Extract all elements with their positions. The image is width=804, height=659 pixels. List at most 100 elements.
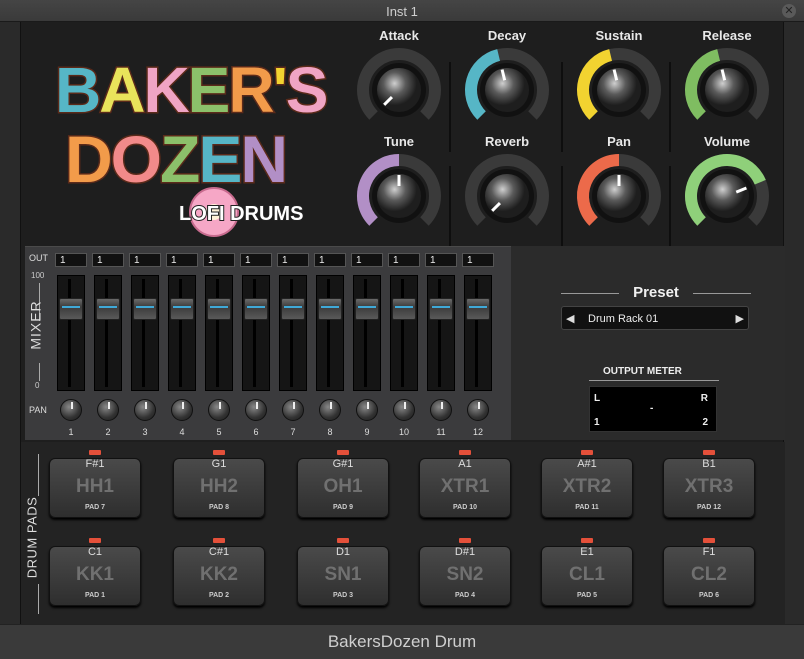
- fader-handle[interactable]: [244, 297, 268, 320]
- channel-output-field[interactable]: 1: [351, 253, 383, 267]
- pan-knob[interactable]: [97, 399, 119, 421]
- fader-track[interactable]: [168, 275, 196, 391]
- fader-handle[interactable]: [133, 297, 157, 320]
- channel-output-field[interactable]: 1: [277, 253, 309, 267]
- knob-decay[interactable]: Decay: [459, 28, 555, 128]
- channel-output-field[interactable]: 1: [55, 253, 87, 267]
- drum-pad-cl1[interactable]: E1 CL1 PAD 5: [541, 534, 633, 614]
- channel-output-field[interactable]: 1: [203, 253, 235, 267]
- knob-attack[interactable]: Attack: [351, 28, 447, 128]
- fader-handle[interactable]: [392, 297, 416, 320]
- pan-knob[interactable]: [467, 399, 489, 421]
- drum-pad-kk1[interactable]: C1 KK1 PAD 1: [49, 534, 141, 614]
- drum-pad-kk2[interactable]: C#1 KK2 PAD 2: [173, 534, 265, 614]
- channel-output-field[interactable]: 1: [425, 253, 457, 267]
- fader-track[interactable]: [57, 275, 85, 391]
- drum-pad-xtr1[interactable]: A1 XTR1 PAD 10: [419, 446, 511, 526]
- pan-knob[interactable]: [393, 399, 415, 421]
- fader-handle[interactable]: [466, 297, 490, 320]
- fader-track[interactable]: [279, 275, 307, 391]
- pan-knob[interactable]: [245, 399, 267, 421]
- fader-slot: [105, 279, 108, 387]
- fader-handle[interactable]: [96, 297, 120, 320]
- fader-slot: [364, 279, 367, 387]
- meter-value: -: [650, 403, 654, 414]
- drum-pad-sn1[interactable]: D1 SN1 PAD 3: [297, 534, 389, 614]
- fader-slot: [253, 279, 256, 387]
- fader-slot: [179, 279, 182, 387]
- channel-number: 3: [142, 427, 148, 437]
- preset-prev-icon[interactable]: ◀: [566, 312, 574, 325]
- close-icon[interactable]: ✕: [782, 4, 796, 18]
- fader-handle[interactable]: [207, 297, 231, 320]
- channel-output-field[interactable]: 1: [314, 253, 346, 267]
- fader-track[interactable]: [205, 275, 233, 391]
- knob-label: Pan: [607, 134, 631, 149]
- mixer-channel: 12: [92, 251, 124, 437]
- preset-name: Drum Rack 01: [588, 313, 659, 325]
- pad-number: PAD 5: [576, 592, 598, 599]
- drum-pad-oh1[interactable]: G#1 OH1 PAD 9: [297, 446, 389, 526]
- fader-handle[interactable]: [318, 297, 342, 320]
- knob-tune[interactable]: Tune: [351, 134, 447, 234]
- pan-knob[interactable]: [134, 399, 156, 421]
- fader-track[interactable]: [242, 275, 270, 391]
- knob-release[interactable]: Release: [679, 28, 775, 128]
- knob-volume[interactable]: Volume: [679, 134, 775, 234]
- pan-knob[interactable]: [356, 399, 378, 421]
- drum-pad-xtr3[interactable]: B1 XTR3 PAD 12: [663, 446, 755, 526]
- fader-max-label: 100: [31, 271, 45, 280]
- knob-pan[interactable]: Pan: [571, 134, 667, 234]
- pan-knob[interactable]: [319, 399, 341, 421]
- knob-reverb[interactable]: Reverb: [459, 134, 555, 234]
- pad-number: PAD 6: [698, 592, 720, 599]
- fader-slot: [142, 279, 145, 387]
- fader-track[interactable]: [390, 275, 418, 391]
- pan-knob[interactable]: [430, 399, 452, 421]
- channel-output-field[interactable]: 1: [388, 253, 420, 267]
- drum-pad-hh2[interactable]: G1 HH2 PAD 8: [173, 446, 265, 526]
- mixer-channel: 11: [55, 251, 87, 437]
- fader-track[interactable]: [316, 275, 344, 391]
- fader-handle[interactable]: [429, 297, 453, 320]
- pad-led: [89, 450, 101, 455]
- fader-handle[interactable]: [355, 297, 379, 320]
- pan-knob[interactable]: [60, 399, 82, 421]
- channel-output-field[interactable]: 1: [462, 253, 494, 267]
- meter-left-label: L: [594, 393, 601, 404]
- drum-pad-hh1[interactable]: F#1 HH1 PAD 7: [49, 446, 141, 526]
- fader-handle[interactable]: [170, 297, 194, 320]
- fader-track[interactable]: [94, 275, 122, 391]
- preset-selector[interactable]: ◀ Drum Rack 01 ▶: [561, 306, 749, 330]
- knob-label: Release: [702, 28, 752, 43]
- channel-output-field[interactable]: 1: [129, 253, 161, 267]
- knob-sustain[interactable]: Sustain: [571, 28, 667, 128]
- fader-track[interactable]: [353, 275, 381, 391]
- mixer-channel: 1 12: [462, 251, 494, 437]
- drum-pad-xtr2[interactable]: A#1 XTR2 PAD 11: [541, 446, 633, 526]
- fader-handle[interactable]: [281, 297, 305, 320]
- channel-output-field[interactable]: 1: [166, 253, 198, 267]
- output-meter-title: OUTPUT METER: [603, 366, 682, 377]
- pad-led: [89, 538, 101, 543]
- pan-knob[interactable]: [171, 399, 193, 421]
- drum-pad-sn2[interactable]: D#1 SN2 PAD 4: [419, 534, 511, 614]
- pad-led: [581, 538, 593, 543]
- pan-knob[interactable]: [208, 399, 230, 421]
- pad-note: D1: [335, 546, 351, 558]
- channel-output-field[interactable]: 1: [240, 253, 272, 267]
- mixer-channel: 15: [203, 251, 235, 437]
- knob-label: Tune: [383, 134, 415, 149]
- drum-pad-cl2[interactable]: F1 CL2 PAD 6: [663, 534, 755, 614]
- fader-track[interactable]: [464, 275, 492, 391]
- fader-handle[interactable]: [59, 297, 83, 320]
- fader-slot: [327, 279, 330, 387]
- preset-next-icon[interactable]: ▶: [736, 312, 744, 325]
- pad-note: G1: [211, 458, 227, 470]
- pad-name: CL2: [691, 564, 727, 585]
- pan-knob[interactable]: [282, 399, 304, 421]
- pad-note: C1: [87, 546, 103, 558]
- channel-output-field[interactable]: 1: [92, 253, 124, 267]
- fader-track[interactable]: [427, 275, 455, 391]
- fader-track[interactable]: [131, 275, 159, 391]
